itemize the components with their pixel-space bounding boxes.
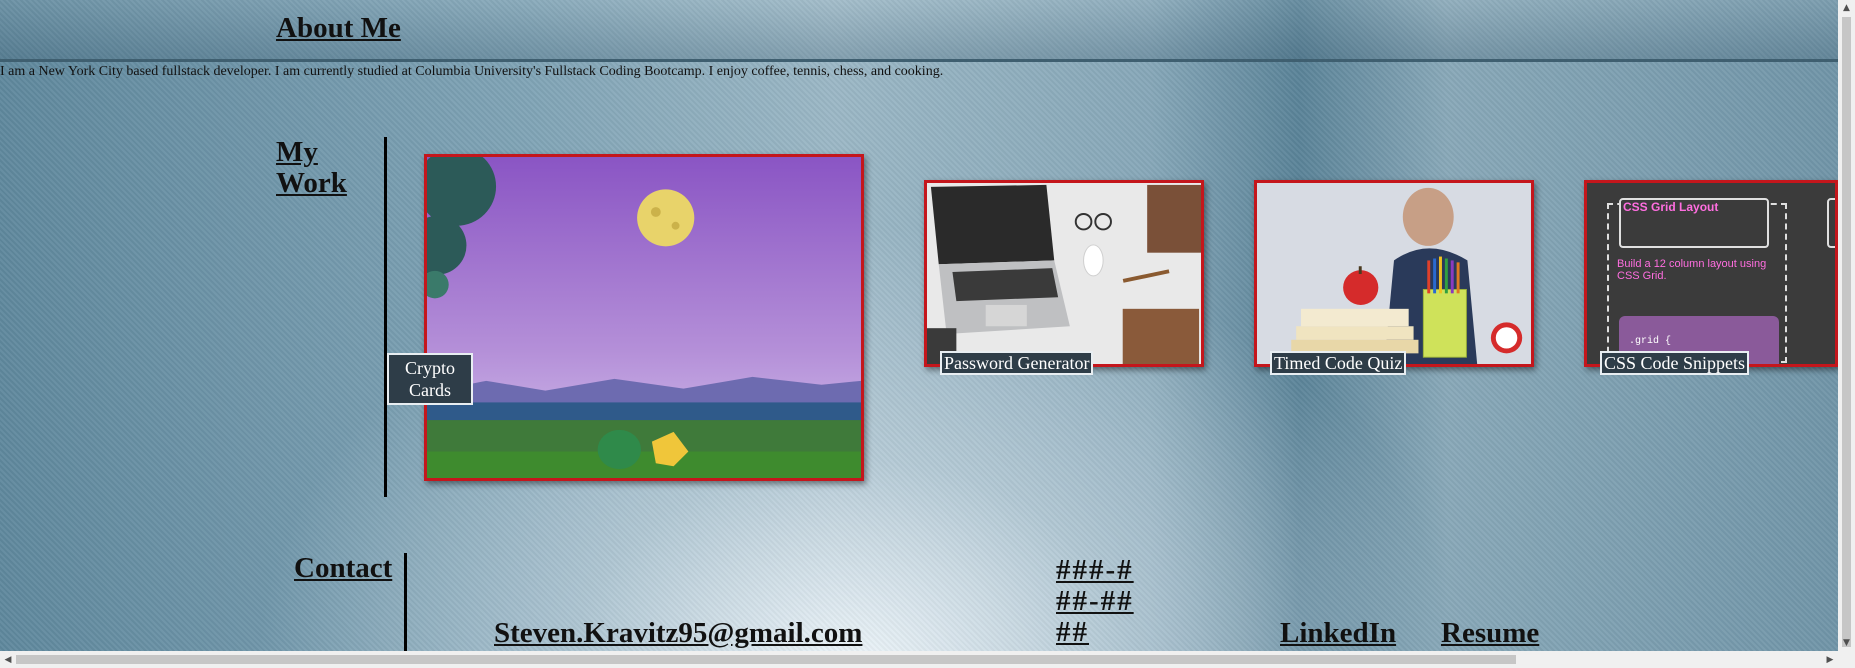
grid-layout-desc: Build a 12 column layout using CSS Grid. [1617, 258, 1767, 282]
timed-code-quiz-thumbnail [1257, 183, 1531, 364]
next-card-edge [1827, 198, 1835, 248]
project-password-generator[interactable] [924, 180, 1204, 367]
project-label-password-generator[interactable]: Password Generator [940, 351, 1094, 375]
scroll-left-icon[interactable]: ◀ [0, 651, 16, 668]
vertical-scrollbar[interactable]: ▲ ▼ [1838, 0, 1855, 668]
crypto-cards-thumbnail [427, 157, 861, 478]
email-link[interactable]: Steven.Kravitz95@gmail.com [494, 618, 862, 648]
resume-link[interactable]: Resume [1441, 618, 1539, 648]
grid-code-text: .grid { [1629, 336, 1672, 347]
project-timed-code-quiz[interactable] [1254, 180, 1534, 367]
contact-heading: Contact [294, 552, 393, 584]
horizontal-scrollbar[interactable]: ◀ ▶ [0, 651, 1838, 668]
horizontal-scroll-thumb[interactable] [16, 655, 1516, 664]
project-css-code-snippets[interactable]: CSS Grid Layout Build a 12 column layout… [1584, 180, 1838, 367]
project-label-css-code-snippets[interactable]: CSS Code Snippets [1600, 351, 1750, 375]
linkedin-link[interactable]: LinkedIn [1280, 618, 1396, 648]
grid-layout-title: CSS Grid Layout [1623, 200, 1719, 214]
scroll-up-icon[interactable]: ▲ [1838, 0, 1855, 16]
contact-divider [404, 553, 407, 652]
scroll-down-icon[interactable]: ▼ [1838, 635, 1855, 651]
project-crypto-cards[interactable] [424, 154, 864, 481]
project-label-timed-code-quiz[interactable]: Timed Code Quiz [1270, 351, 1407, 375]
work-heading: My Work [276, 136, 347, 199]
scroll-right-icon[interactable]: ▶ [1822, 651, 1838, 668]
phone-link[interactable]: ###-###-#### [1056, 555, 1146, 648]
password-generator-thumbnail [927, 183, 1201, 364]
about-text: I am a New York City based fullstack dev… [0, 64, 944, 79]
vertical-scroll-thumb[interactable] [1842, 17, 1851, 647]
about-heading: About Me [276, 12, 401, 44]
work-divider [384, 137, 387, 497]
project-label-crypto-cards[interactable]: Crypto Cards [387, 353, 473, 405]
